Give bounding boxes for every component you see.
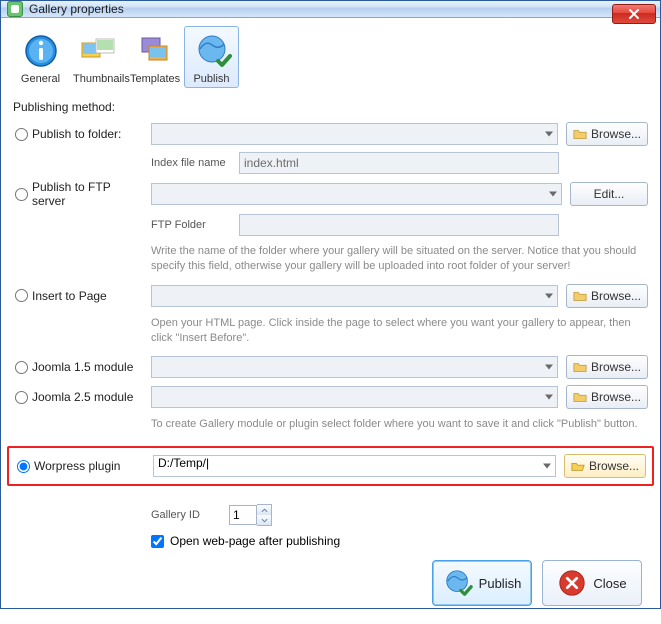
tab-thumbnails[interactable]: Thumbnails bbox=[70, 26, 125, 88]
highlight-wordpress: Worpress plugin D:/Temp/| Browse... bbox=[7, 446, 654, 486]
wordpress-path-combo[interactable]: D:/Temp/| bbox=[153, 455, 556, 477]
gallery-id-input[interactable] bbox=[229, 505, 257, 525]
row-insert-page: Insert to Page Browse... bbox=[13, 284, 648, 308]
templates-icon bbox=[135, 31, 175, 71]
button-label: Browse... bbox=[589, 459, 639, 473]
section-heading: Publishing method: bbox=[13, 100, 648, 114]
radio-insert-page[interactable]: Insert to Page bbox=[13, 289, 143, 303]
radio-input[interactable] bbox=[15, 391, 28, 404]
publish-button[interactable]: Publish bbox=[432, 560, 532, 606]
insert-hint: Open your HTML page. Click inside the pa… bbox=[151, 314, 648, 350]
window-title: Gallery properties bbox=[29, 2, 124, 16]
radio-label: Worpress plugin bbox=[34, 459, 120, 473]
wordpress-path-value: D:/Temp/| bbox=[158, 456, 209, 470]
content-area: General Thumbnails bbox=[1, 18, 660, 624]
chevron-up-icon bbox=[261, 508, 268, 513]
radio-label: Publish to FTP server bbox=[32, 180, 143, 208]
button-label: Browse... bbox=[591, 289, 641, 303]
folder-open-icon bbox=[571, 459, 585, 473]
tab-label: Thumbnails bbox=[73, 73, 122, 85]
ftp-combo[interactable] bbox=[151, 183, 562, 205]
open-after-checkbox[interactable]: Open web-page after publishing bbox=[151, 534, 648, 548]
dialog-button-bar: Publish Close bbox=[13, 548, 648, 612]
folder-icon bbox=[573, 289, 587, 303]
radio-joomla25[interactable]: Joomla 2.5 module bbox=[13, 390, 143, 404]
index-file-input[interactable] bbox=[239, 152, 559, 174]
browse-wordpress-button[interactable]: Browse... bbox=[564, 454, 646, 478]
browse-insert-button[interactable]: Browse... bbox=[566, 284, 648, 308]
radio-ftp[interactable]: Publish to FTP server bbox=[13, 180, 143, 208]
gallery-id-label: Gallery ID bbox=[151, 509, 221, 521]
browse-joomla15-button[interactable]: Browse... bbox=[566, 355, 648, 379]
radio-input[interactable] bbox=[17, 460, 30, 473]
browse-joomla25-button[interactable]: Browse... bbox=[566, 385, 648, 409]
thumbnails-icon bbox=[78, 31, 118, 71]
radio-input[interactable] bbox=[15, 361, 28, 374]
button-label: Publish bbox=[479, 576, 522, 591]
tab-label: General bbox=[16, 73, 65, 85]
radio-publish-folder[interactable]: Publish to folder: bbox=[13, 127, 143, 141]
browse-folder-button[interactable]: Browse... bbox=[566, 122, 648, 146]
radio-label: Insert to Page bbox=[32, 289, 107, 303]
radio-label: Publish to folder: bbox=[32, 127, 121, 141]
radio-wordpress[interactable]: Worpress plugin bbox=[15, 459, 145, 473]
insert-page-combo[interactable] bbox=[151, 285, 558, 307]
radio-label: Joomla 2.5 module bbox=[32, 390, 133, 404]
after-block: Gallery ID Open web-page after publishin… bbox=[151, 498, 648, 548]
button-label: Browse... bbox=[591, 127, 641, 141]
button-label: Browse... bbox=[591, 390, 641, 404]
radio-input[interactable] bbox=[15, 188, 28, 201]
tab-label: Publish bbox=[187, 73, 236, 85]
tab-templates[interactable]: Templates bbox=[127, 26, 182, 88]
index-file-label: Index file name bbox=[151, 157, 231, 169]
info-icon bbox=[21, 31, 61, 71]
publish-form: Publish to folder: Browse... Index file … bbox=[13, 122, 648, 548]
close-circle-icon bbox=[557, 568, 587, 598]
folder-icon bbox=[573, 360, 587, 374]
row-joomla25: Joomla 2.5 module Browse... bbox=[13, 385, 648, 409]
gallery-properties-dialog: Gallery properties General bbox=[0, 0, 661, 609]
globe-check-icon bbox=[443, 568, 473, 598]
tab-general[interactable]: General bbox=[13, 26, 68, 88]
spin-down[interactable] bbox=[257, 515, 271, 525]
radio-input[interactable] bbox=[15, 289, 28, 302]
radio-input[interactable] bbox=[15, 128, 28, 141]
joomla25-combo[interactable] bbox=[151, 386, 558, 408]
close-button[interactable]: Close bbox=[542, 560, 642, 606]
ftp-edit-button[interactable]: Edit... bbox=[570, 182, 648, 206]
row-ftp-folder: FTP Folder bbox=[13, 214, 648, 236]
checkbox-input[interactable] bbox=[151, 535, 164, 548]
row-joomla15: Joomla 1.5 module Browse... bbox=[13, 355, 648, 379]
row-publish-folder: Publish to folder: Browse... bbox=[13, 122, 648, 146]
spin-up[interactable] bbox=[257, 505, 271, 515]
row-wordpress: Worpress plugin D:/Temp/| Browse... bbox=[15, 454, 646, 478]
row-index-file: Index file name bbox=[13, 152, 648, 174]
gallery-id-spinner[interactable] bbox=[229, 504, 272, 526]
ftp-folder-input[interactable] bbox=[239, 214, 559, 236]
ftp-folder-label: FTP Folder bbox=[151, 219, 231, 231]
folder-icon bbox=[573, 390, 587, 404]
ftp-hint: Write the name of the folder where your … bbox=[151, 242, 648, 278]
button-label: Edit... bbox=[594, 187, 625, 201]
tab-toolbar: General Thumbnails bbox=[13, 24, 648, 94]
gallery-id-row: Gallery ID bbox=[151, 504, 648, 526]
publish-icon bbox=[192, 31, 232, 71]
folder-icon bbox=[573, 127, 587, 141]
module-hint: To create Gallery module or plugin selec… bbox=[151, 415, 648, 436]
radio-joomla15[interactable]: Joomla 1.5 module bbox=[13, 360, 143, 374]
joomla15-combo[interactable] bbox=[151, 356, 558, 378]
row-ftp: Publish to FTP server Edit... bbox=[13, 180, 648, 208]
tab-label: Templates bbox=[130, 73, 179, 85]
app-icon bbox=[7, 1, 23, 17]
tab-publish[interactable]: Publish bbox=[184, 26, 239, 88]
chevron-down-icon bbox=[261, 518, 268, 523]
titlebar: Gallery properties bbox=[1, 1, 660, 18]
button-label: Browse... bbox=[591, 360, 641, 374]
button-label: Close bbox=[593, 576, 626, 591]
checkbox-label: Open web-page after publishing bbox=[170, 534, 340, 548]
folder-path-combo[interactable] bbox=[151, 123, 558, 145]
radio-label: Joomla 1.5 module bbox=[32, 360, 133, 374]
